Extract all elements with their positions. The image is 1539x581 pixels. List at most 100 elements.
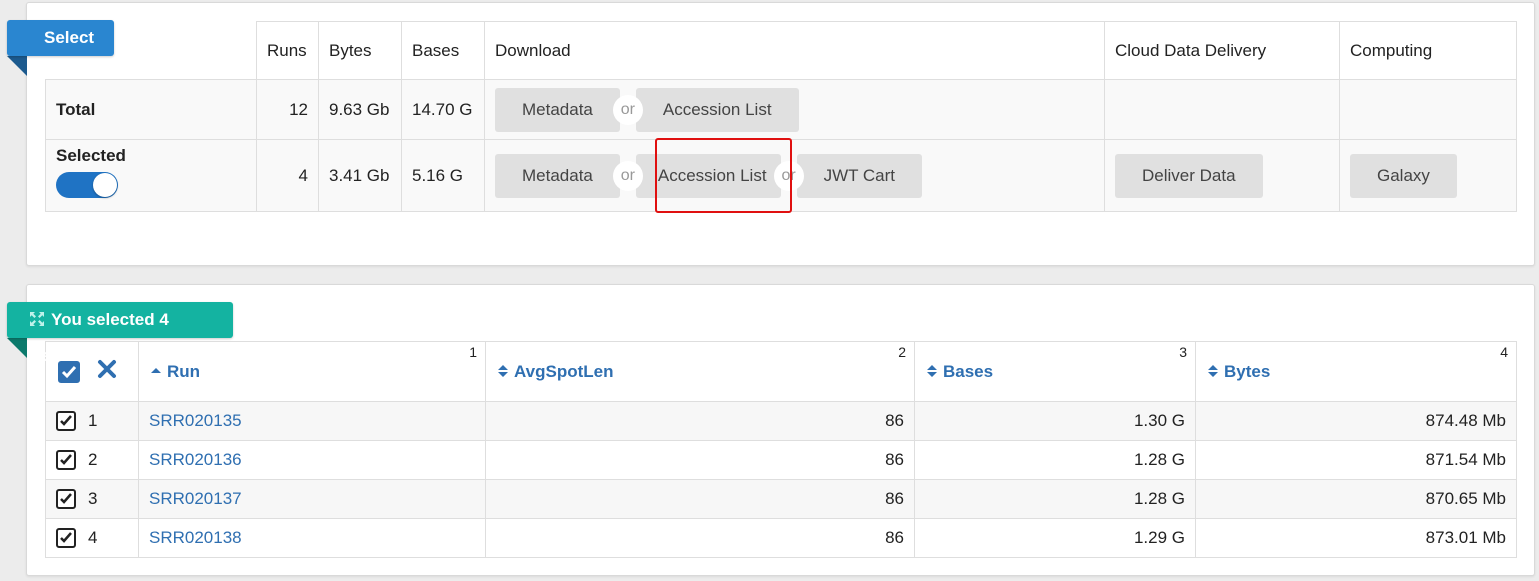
row-select-cell: 4 xyxy=(45,518,139,558)
table-row: 2 SRR020136 86 1.28 G 871.54 Mb xyxy=(45,440,1517,480)
selected-ribbon-tail xyxy=(7,338,27,358)
row-checkbox[interactable] xyxy=(56,411,76,432)
header-runs: Runs xyxy=(256,21,319,80)
check-icon xyxy=(60,415,72,427)
table-row: 1 SRR020135 86 1.30 G 874.48 Mb xyxy=(45,401,1517,441)
selected-items-ribbon: You selected 4 Items xyxy=(7,302,233,365)
selected-metadata-button[interactable]: Metadata xyxy=(495,153,620,198)
run-link[interactable]: SRR020135 xyxy=(149,411,242,430)
total-download-cell: Metadata or Accession List xyxy=(484,79,1105,140)
header-bases: Bases xyxy=(401,21,485,80)
column-bytes[interactable]: Bytes 4 xyxy=(1195,341,1517,402)
run-cell: SRR020138 xyxy=(138,518,486,558)
column-run-number: 1 xyxy=(469,344,477,360)
row-select-cell: 2 xyxy=(45,440,139,480)
total-label: Total xyxy=(45,79,257,140)
row-select-cell: 3 xyxy=(45,479,139,519)
total-accession-list-button[interactable]: Accession List xyxy=(635,87,799,132)
total-download-buttons: Metadata or Accession List xyxy=(495,87,799,132)
header-computing: Computing xyxy=(1339,21,1517,80)
header-cloud-data-delivery: Cloud Data Delivery xyxy=(1104,21,1340,80)
jwt-cart-button[interactable]: JWT Cart xyxy=(796,153,923,198)
run-cell: SRR020136 xyxy=(138,440,486,480)
bases-cell: 1.30 G xyxy=(914,401,1196,441)
expand-icon xyxy=(30,312,44,327)
column-avgspotlen-number: 2 xyxy=(898,344,906,360)
selected-bases: 5.16 G xyxy=(401,139,485,212)
cloud-delivery-cell: Deliver Data xyxy=(1104,139,1340,212)
row-checkbox[interactable] xyxy=(56,528,76,549)
bases-cell: 1.29 G xyxy=(914,518,1196,558)
sort-icon xyxy=(1208,364,1218,377)
runs-table: Run 1 AvgSpotLen 2 Bases 3 Bytes 4 1 SRR… xyxy=(45,341,1517,558)
column-avgspotlen-label: AvgSpotLen xyxy=(514,361,614,381)
table-row: 4 SRR020138 86 1.29 G 873.01 Mb xyxy=(45,518,1517,558)
column-bytes-label: Bytes xyxy=(1224,361,1271,381)
column-bases[interactable]: Bases 3 xyxy=(914,341,1196,402)
highlight-box xyxy=(655,138,792,213)
selected-bytes: 3.41 Gb xyxy=(318,139,402,212)
bases-cell: 1.28 G xyxy=(914,479,1196,519)
runs-header-row: Run 1 AvgSpotLen 2 Bases 3 Bytes 4 xyxy=(45,341,1517,402)
row-number: 4 xyxy=(88,528,98,548)
x-icon xyxy=(97,360,116,378)
run-cell: SRR020137 xyxy=(138,479,486,519)
bytes-cell: 873.01 Mb xyxy=(1195,518,1517,558)
check-icon xyxy=(60,493,72,505)
row-checkbox[interactable] xyxy=(56,450,76,471)
column-bases-label: Bases xyxy=(943,361,994,381)
column-run-label: Run xyxy=(167,361,201,381)
bytes-cell: 871.54 Mb xyxy=(1195,440,1517,480)
row-number: 3 xyxy=(88,489,98,509)
row-select-cell: 1 xyxy=(45,401,139,441)
row-number: 2 xyxy=(88,450,98,470)
table-row: 3 SRR020137 86 1.28 G 870.65 Mb xyxy=(45,479,1517,519)
selected-toggle[interactable] xyxy=(56,172,118,198)
total-cloud-cell xyxy=(1104,79,1340,140)
sort-asc-icon xyxy=(151,367,161,373)
sort-icon xyxy=(498,364,508,377)
total-computing-cell xyxy=(1339,79,1517,140)
total-row: Total 12 9.63 Gb 14.70 G Metadata or Acces… xyxy=(45,79,1517,140)
header-bytes: Bytes xyxy=(318,21,402,80)
selected-label-cell: Selected xyxy=(45,139,257,212)
selected-runs: 4 xyxy=(256,139,319,212)
deselect-all-button[interactable] xyxy=(97,359,117,384)
column-avgspotlen[interactable]: AvgSpotLen 2 xyxy=(485,341,915,402)
avgspotlen-cell: 86 xyxy=(485,479,915,519)
avgspotlen-cell: 86 xyxy=(485,518,915,558)
bytes-cell: 870.65 Mb xyxy=(1195,479,1517,519)
galaxy-button[interactable]: Galaxy xyxy=(1350,153,1457,198)
run-link[interactable]: SRR020137 xyxy=(149,489,242,508)
selected-label: Selected xyxy=(56,146,126,165)
computing-cell: Galaxy xyxy=(1339,139,1517,212)
row-number: 1 xyxy=(88,411,98,431)
run-cell: SRR020135 xyxy=(138,401,486,441)
total-bases: 14.70 G xyxy=(401,79,485,140)
avgspotlen-cell: 86 xyxy=(485,440,915,480)
column-run[interactable]: Run 1 xyxy=(138,341,486,402)
summary-header-row: Runs Bytes Bases Download Cloud Data Del… xyxy=(45,21,1517,80)
sort-icon xyxy=(927,364,937,377)
check-icon xyxy=(60,454,72,466)
total-runs: 12 xyxy=(256,79,319,140)
total-bytes: 9.63 Gb xyxy=(318,79,402,140)
toggle-knob xyxy=(93,173,117,197)
bytes-cell: 874.48 Mb xyxy=(1195,401,1517,441)
check-icon xyxy=(60,532,72,544)
column-bases-number: 3 xyxy=(1179,344,1187,360)
or-divider: or xyxy=(612,94,643,125)
row-checkbox[interactable] xyxy=(56,489,76,510)
select-ribbon-tail xyxy=(7,56,27,76)
deliver-data-button[interactable]: Deliver Data xyxy=(1115,153,1263,198)
run-link[interactable]: SRR020136 xyxy=(149,450,242,469)
or-divider: or xyxy=(612,160,643,191)
bases-cell: 1.28 G xyxy=(914,440,1196,480)
selected-download-cell: Metadata or Accession List or JWT Cart xyxy=(484,139,1105,212)
select-ribbon: Select xyxy=(7,20,114,56)
run-link[interactable]: SRR020138 xyxy=(149,528,242,547)
header-download: Download xyxy=(484,21,1105,80)
total-metadata-button[interactable]: Metadata xyxy=(495,87,620,132)
column-bytes-number: 4 xyxy=(1500,344,1508,360)
avgspotlen-cell: 86 xyxy=(485,401,915,441)
